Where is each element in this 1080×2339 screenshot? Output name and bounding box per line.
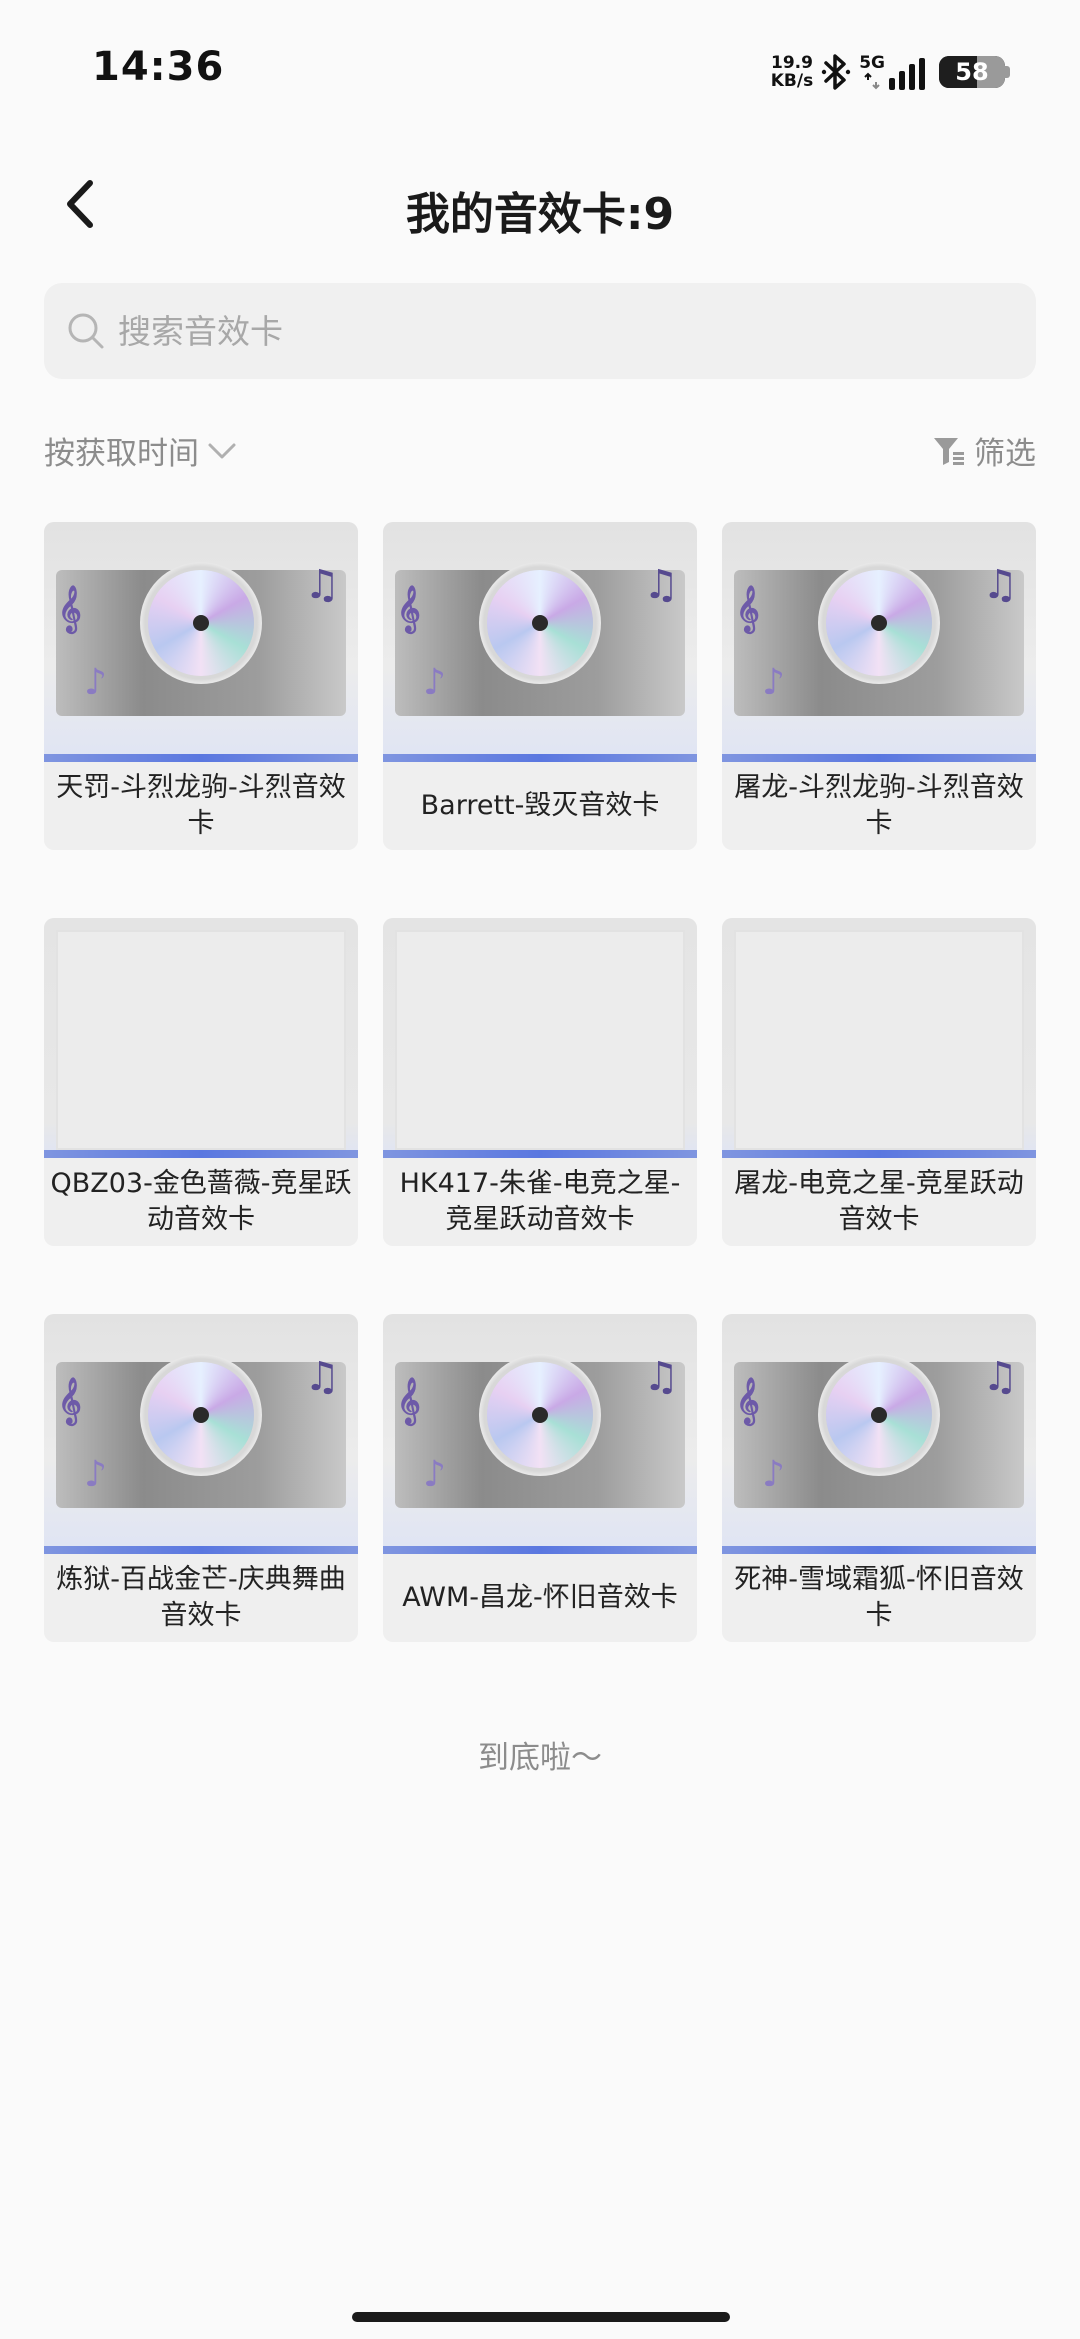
image-placeholder	[56, 930, 346, 1150]
cd-hole	[532, 1407, 548, 1423]
search-bar[interactable]	[44, 283, 1036, 379]
data-arrows-icon	[864, 72, 880, 90]
music-note-icon: ♫	[643, 1354, 679, 1400]
filter-button[interactable]: 筛选	[932, 428, 1036, 473]
image-placeholder	[734, 930, 1024, 1150]
page-header: 我的音效卡:9	[0, 150, 1080, 260]
music-note-icon: ♪	[423, 662, 446, 703]
status-time: 14:36	[92, 44, 225, 90]
filter-label: 筛选	[974, 436, 1036, 472]
sound-card-image-placeholder	[44, 918, 358, 1158]
sound-card-image: 𝄞 ♫ ♪	[722, 522, 1036, 762]
sound-card-grid: 𝄞 ♫ ♪ 天罚-斗烈龙驹-斗烈音效卡 𝄞 ♫ ♪ Barrett-毁灭音效卡 𝄞 ♫ ♪ 屠龙-斗烈…	[44, 522, 1036, 1642]
music-note-icon: ♫	[982, 562, 1018, 608]
music-note-icon: ♪	[84, 662, 107, 703]
sound-card-label: 屠龙-电竞之星-竞星跃动音效卡	[734, 1168, 1024, 1235]
sound-card-label: 天罚-斗烈龙驹-斗烈音效卡	[56, 772, 346, 839]
sound-card[interactable]: 𝄞 ♫ ♪ 死神-雪域霜狐-怀旧音效卡	[722, 1314, 1036, 1642]
treble-clef-icon: 𝄞	[736, 586, 760, 632]
sound-card[interactable]: 𝄞 ♫ ♪ 天罚-斗烈龙驹-斗烈音效卡	[44, 522, 358, 850]
sound-card-image: 𝄞 ♫ ♪	[722, 1314, 1036, 1554]
home-indicator[interactable]	[352, 2312, 730, 2322]
sound-card[interactable]: 屠龙-电竞之星-竞星跃动音效卡	[722, 918, 1036, 1246]
page-title: 我的音效卡:9	[405, 189, 675, 240]
music-note-icon: ♫	[304, 1354, 340, 1400]
sound-card-image: 𝄞 ♫ ♪	[44, 522, 358, 762]
filter-icon	[934, 437, 964, 465]
treble-clef-icon: 𝄞	[736, 1378, 760, 1424]
status-icons: 19.9 KB/s 5G 58	[771, 48, 1010, 96]
signal-bars-icon	[889, 58, 925, 90]
music-note-icon: ♫	[304, 562, 340, 608]
treble-clef-icon: 𝄞	[58, 586, 82, 632]
sound-card-label: Barrett-毁灭音效卡	[420, 790, 660, 821]
treble-clef-icon: 𝄞	[397, 1378, 421, 1424]
sound-card-image: 𝄞 ♫ ♪	[44, 1314, 358, 1554]
sound-card[interactable]: 𝄞 ♫ ♪ 屠龙-斗烈龙驹-斗烈音效卡	[722, 522, 1036, 850]
music-note-icon: ♪	[423, 1454, 446, 1495]
music-note-icon: ♫	[643, 562, 679, 608]
treble-clef-icon: 𝄞	[58, 1378, 82, 1424]
battery-icon: 58	[939, 56, 1005, 88]
sort-label: 按获取时间	[44, 436, 199, 472]
sound-card-label: QBZ03-金色蔷薇-竞星跃动音效卡	[50, 1168, 352, 1235]
sound-card-label: HK417-朱雀-电竞之星-竞星跃动音效卡	[399, 1168, 681, 1235]
sound-card[interactable]: QBZ03-金色蔷薇-竞星跃动音效卡	[44, 918, 358, 1246]
cd-hole	[871, 1407, 887, 1423]
battery-percent: 58	[955, 58, 989, 86]
music-note-icon: ♪	[84, 1454, 107, 1495]
sound-card-label: 炼狱-百战金芒-庆典舞曲音效卡	[56, 1564, 346, 1631]
sort-filter-bar: 按获取时间 筛选	[44, 420, 1036, 480]
music-note-icon: ♪	[762, 662, 785, 703]
music-note-icon: ♫	[982, 1354, 1018, 1400]
network-speed-value: 19.9	[770, 53, 813, 73]
sound-card-image-placeholder	[383, 918, 697, 1158]
sound-card-image: 𝄞 ♫ ♪	[383, 1314, 697, 1554]
end-of-list-text: 到底啦～	[478, 1740, 602, 1776]
bluetooth-icon	[821, 53, 851, 91]
search-icon	[68, 313, 104, 349]
cd-hole	[871, 615, 887, 631]
sound-card-label: AWM-昌龙-怀旧音效卡	[402, 1582, 678, 1613]
sound-card-image: 𝄞 ♫ ♪	[383, 522, 697, 762]
image-placeholder	[395, 930, 685, 1150]
sound-card-label: 屠龙-斗烈龙驹-斗烈音效卡	[734, 772, 1024, 839]
cd-hole	[532, 615, 548, 631]
network-speed: 19.9 KB/s	[771, 54, 813, 90]
network-type: 5G	[859, 53, 885, 73]
music-note-icon: ♪	[762, 1454, 785, 1495]
treble-clef-icon: 𝄞	[397, 586, 421, 632]
search-input[interactable]	[116, 310, 1036, 352]
sort-dropdown[interactable]: 按获取时间	[44, 428, 237, 473]
sound-card-label: 死神-雪域霜狐-怀旧音效卡	[734, 1564, 1024, 1631]
sound-card[interactable]: 𝄞 ♫ ♪ 炼狱-百战金芒-庆典舞曲音效卡	[44, 1314, 358, 1642]
status-bar: 14:36 19.9 KB/s 5G 58	[0, 0, 1080, 120]
chevron-down-icon	[208, 443, 236, 458]
network-speed-unit: KB/s	[770, 71, 814, 91]
cd-hole	[193, 1407, 209, 1423]
sound-card[interactable]: 𝄞 ♫ ♪ AWM-昌龙-怀旧音效卡	[383, 1314, 697, 1642]
battery-cap	[1005, 66, 1010, 78]
cd-hole	[193, 615, 209, 631]
cellular-signal: 5G	[859, 54, 925, 90]
sound-card[interactable]: HK417-朱雀-电竞之星-竞星跃动音效卡	[383, 918, 697, 1246]
sound-card[interactable]: 𝄞 ♫ ♪ Barrett-毁灭音效卡	[383, 522, 697, 850]
sound-card-image-placeholder	[722, 918, 1036, 1158]
